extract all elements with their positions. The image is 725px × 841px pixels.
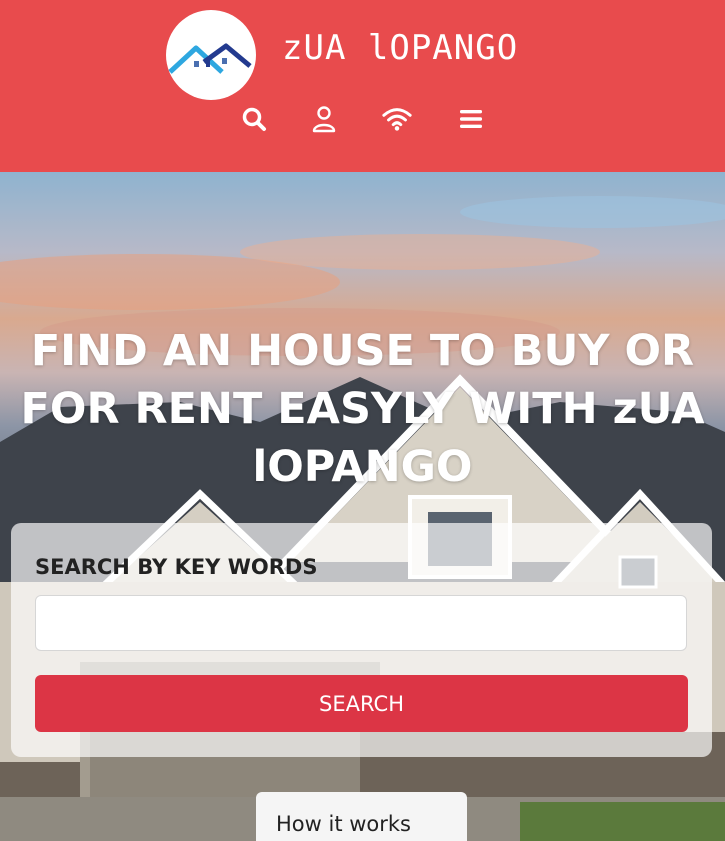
search-input[interactable] [35, 595, 687, 651]
site-header: zUA lOPANGO [0, 0, 725, 172]
user-icon[interactable] [309, 104, 339, 134]
how-it-works-tab[interactable]: How it works [256, 792, 467, 841]
logo[interactable] [166, 10, 256, 100]
wifi-icon[interactable] [382, 104, 412, 134]
house-roofs-logo-icon [168, 43, 252, 74]
hero-title: FIND AN HOUSE TO BUY OR FOR RENT EASYLY … [20, 326, 705, 492]
search-panel: SEARCH BY KEY WORDS SEARCH [11, 523, 712, 757]
search-label: SEARCH BY KEY WORDS [35, 555, 318, 579]
menu-icon[interactable] [456, 104, 486, 134]
site-title[interactable]: zUA lOPANGO [282, 28, 518, 68]
search-button[interactable]: SEARCH [35, 675, 688, 732]
search-icon[interactable] [239, 104, 269, 134]
hero-section: FIND AN HOUSE TO BUY OR FOR RENT EASYLY … [0, 172, 725, 841]
